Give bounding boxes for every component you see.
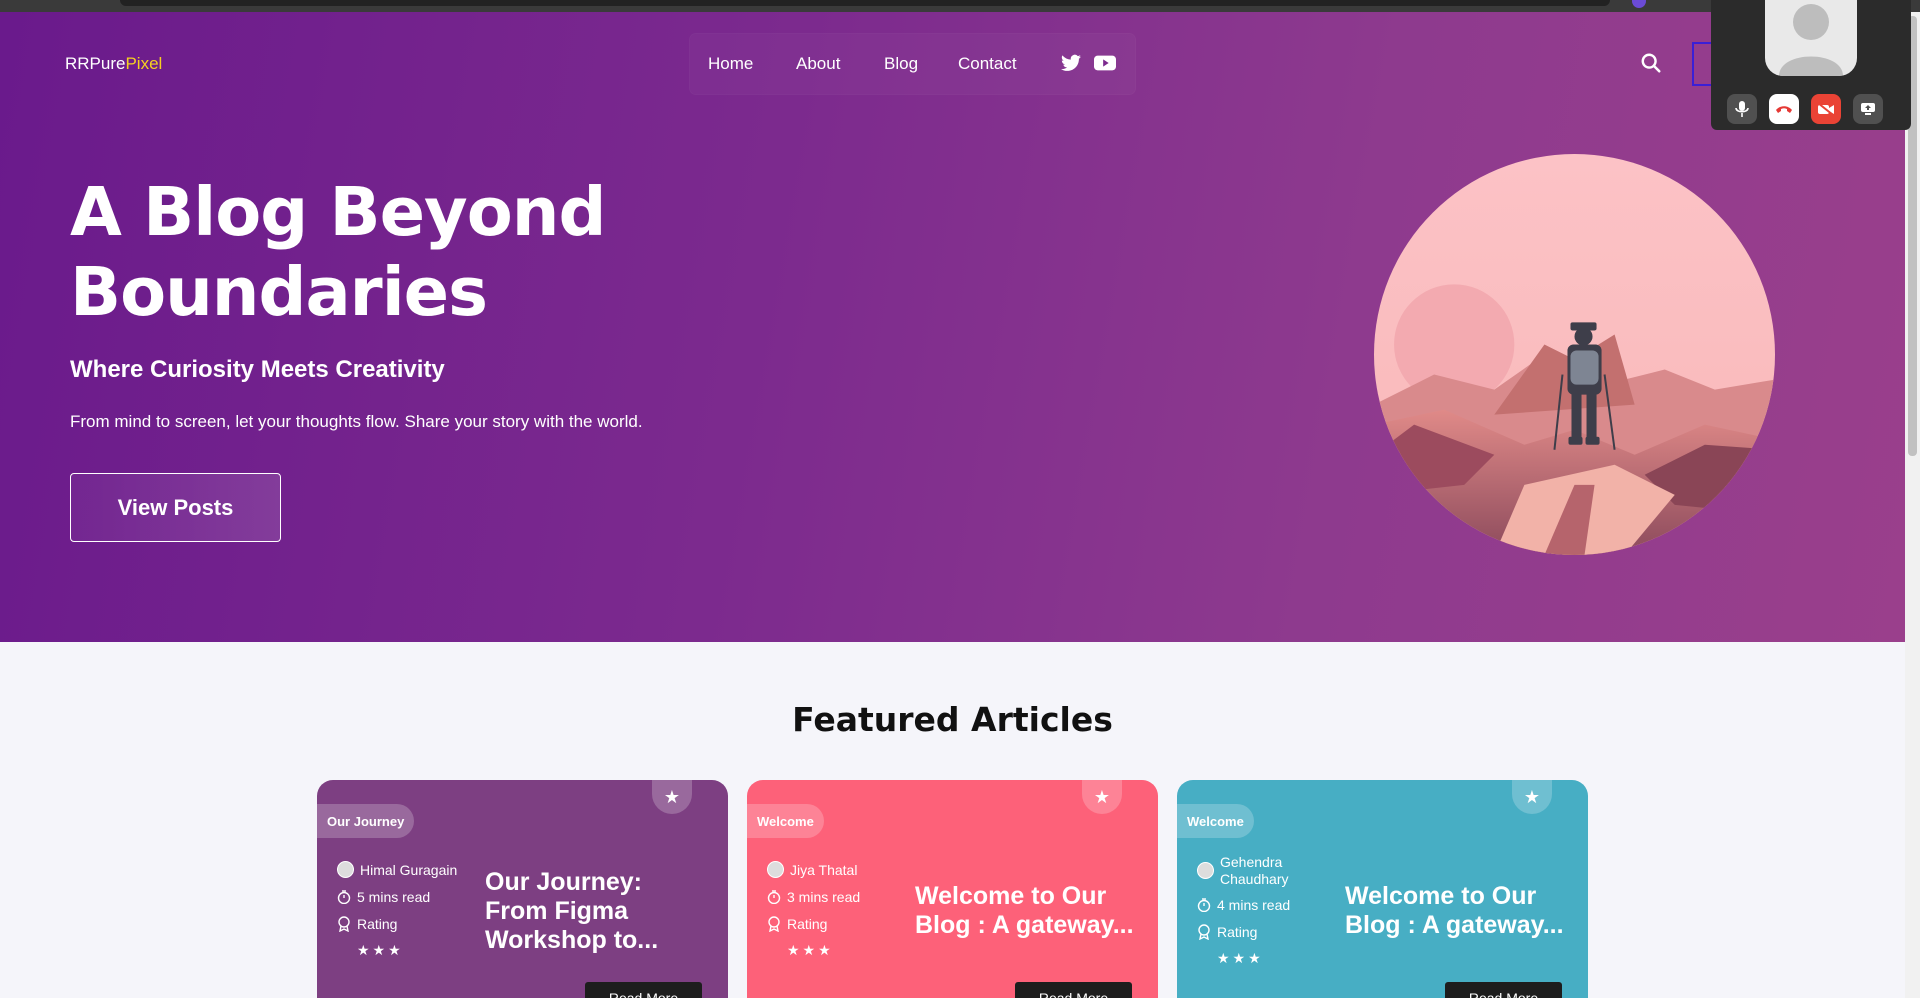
card-author: Himal Guragain bbox=[337, 861, 457, 878]
extension-dot bbox=[1632, 0, 1646, 8]
participant-avatar-icon bbox=[1765, 0, 1857, 76]
read-more-button[interactable]: Read More bbox=[585, 982, 702, 998]
read-more-button[interactable]: Read More bbox=[1015, 982, 1132, 998]
nav-link-blog[interactable]: Blog bbox=[884, 54, 918, 74]
rating-stars: ★★★ bbox=[357, 942, 404, 958]
hero-description: From mind to screen, let your thoughts f… bbox=[70, 412, 643, 431]
read-more-button[interactable]: Read More bbox=[1445, 982, 1562, 998]
logo-main-text: RRPure bbox=[65, 54, 126, 73]
rating-label: Rating bbox=[787, 916, 828, 932]
author-name: Himal Guragain bbox=[360, 861, 458, 878]
card-read-time: 3 mins read bbox=[767, 889, 860, 905]
hero-illustration bbox=[1374, 154, 1775, 555]
youtube-icon[interactable] bbox=[1094, 54, 1116, 77]
nav-link-home[interactable]: Home bbox=[708, 54, 753, 74]
read-time-text: 3 mins read bbox=[787, 889, 861, 905]
hero-subtitle: Where Curiosity Meets Creativity bbox=[70, 356, 445, 383]
hangup-icon[interactable] bbox=[1769, 94, 1799, 124]
logo-accent-text: Pixel bbox=[125, 54, 163, 73]
card-title[interactable]: Welcome to Our Blog : A gateway... bbox=[1345, 882, 1570, 940]
timer-icon bbox=[1197, 898, 1211, 912]
article-card[interactable]: Welcome ★ Jiya Thatal 3 mins read Rating… bbox=[747, 780, 1158, 998]
timer-icon bbox=[767, 890, 781, 904]
mic-icon[interactable] bbox=[1727, 94, 1757, 124]
card-rating: Rating bbox=[767, 916, 827, 932]
card-author: Gehendra Chaudhary bbox=[1197, 854, 1300, 888]
read-time-text: 5 mins read bbox=[357, 889, 431, 905]
timer-icon bbox=[337, 890, 351, 904]
card-read-time: 5 mins read bbox=[337, 889, 430, 905]
card-read-time: 4 mins read bbox=[1197, 897, 1290, 913]
author-name: Jiya Thatal bbox=[790, 861, 858, 878]
award-icon bbox=[768, 916, 780, 932]
rating-label: Rating bbox=[1217, 924, 1258, 940]
hero-title: A Blog Beyond Boundaries bbox=[70, 173, 606, 331]
address-bar-edge bbox=[120, 0, 1610, 6]
twitter-icon[interactable] bbox=[1061, 54, 1081, 77]
card-title[interactable]: Our Journey: From Figma Workshop to... bbox=[485, 868, 705, 955]
author-avatar bbox=[337, 861, 354, 878]
article-card[interactable]: Welcome ★ Gehendra Chaudhary 4 mins read… bbox=[1177, 780, 1588, 998]
award-icon bbox=[338, 916, 350, 932]
nav-link-about[interactable]: About bbox=[796, 54, 840, 74]
screen-share-icon[interactable] bbox=[1853, 94, 1883, 124]
favorite-star-icon[interactable]: ★ bbox=[1082, 780, 1122, 814]
site-logo[interactable]: RRPurePixel bbox=[65, 54, 162, 74]
view-posts-button[interactable]: View Posts bbox=[70, 473, 281, 542]
award-icon bbox=[1198, 924, 1210, 940]
card-tag[interactable]: Welcome bbox=[747, 804, 824, 838]
rating-label: Rating bbox=[357, 916, 398, 932]
author-name: Gehendra Chaudhary bbox=[1220, 854, 1289, 887]
card-tag[interactable]: Our Journey bbox=[317, 804, 415, 838]
camera-off-icon[interactable] bbox=[1811, 94, 1841, 124]
featured-articles-title: Featured Articles bbox=[792, 700, 1113, 739]
author-avatar bbox=[1197, 862, 1214, 879]
nav-link-contact[interactable]: Contact bbox=[958, 54, 1017, 74]
card-title[interactable]: Welcome to Our Blog : A gateway... bbox=[915, 882, 1140, 940]
card-rating: Rating bbox=[337, 916, 397, 932]
card-rating: Rating bbox=[1197, 924, 1257, 940]
browser-top-strip bbox=[0, 0, 1920, 12]
card-tag[interactable]: Welcome bbox=[1177, 804, 1254, 838]
rating-stars: ★★★ bbox=[1217, 950, 1264, 966]
card-author: Jiya Thatal bbox=[767, 861, 857, 878]
rating-stars: ★★★ bbox=[787, 942, 834, 958]
favorite-star-icon[interactable]: ★ bbox=[1512, 780, 1552, 814]
call-widget bbox=[1711, 0, 1911, 130]
article-card[interactable]: Our Journey ★ Himal Guragain 5 mins read… bbox=[317, 780, 728, 998]
read-time-text: 4 mins read bbox=[1217, 897, 1291, 913]
favorite-star-icon[interactable]: ★ bbox=[652, 780, 692, 814]
author-avatar bbox=[767, 861, 784, 878]
search-icon[interactable] bbox=[1640, 52, 1662, 79]
